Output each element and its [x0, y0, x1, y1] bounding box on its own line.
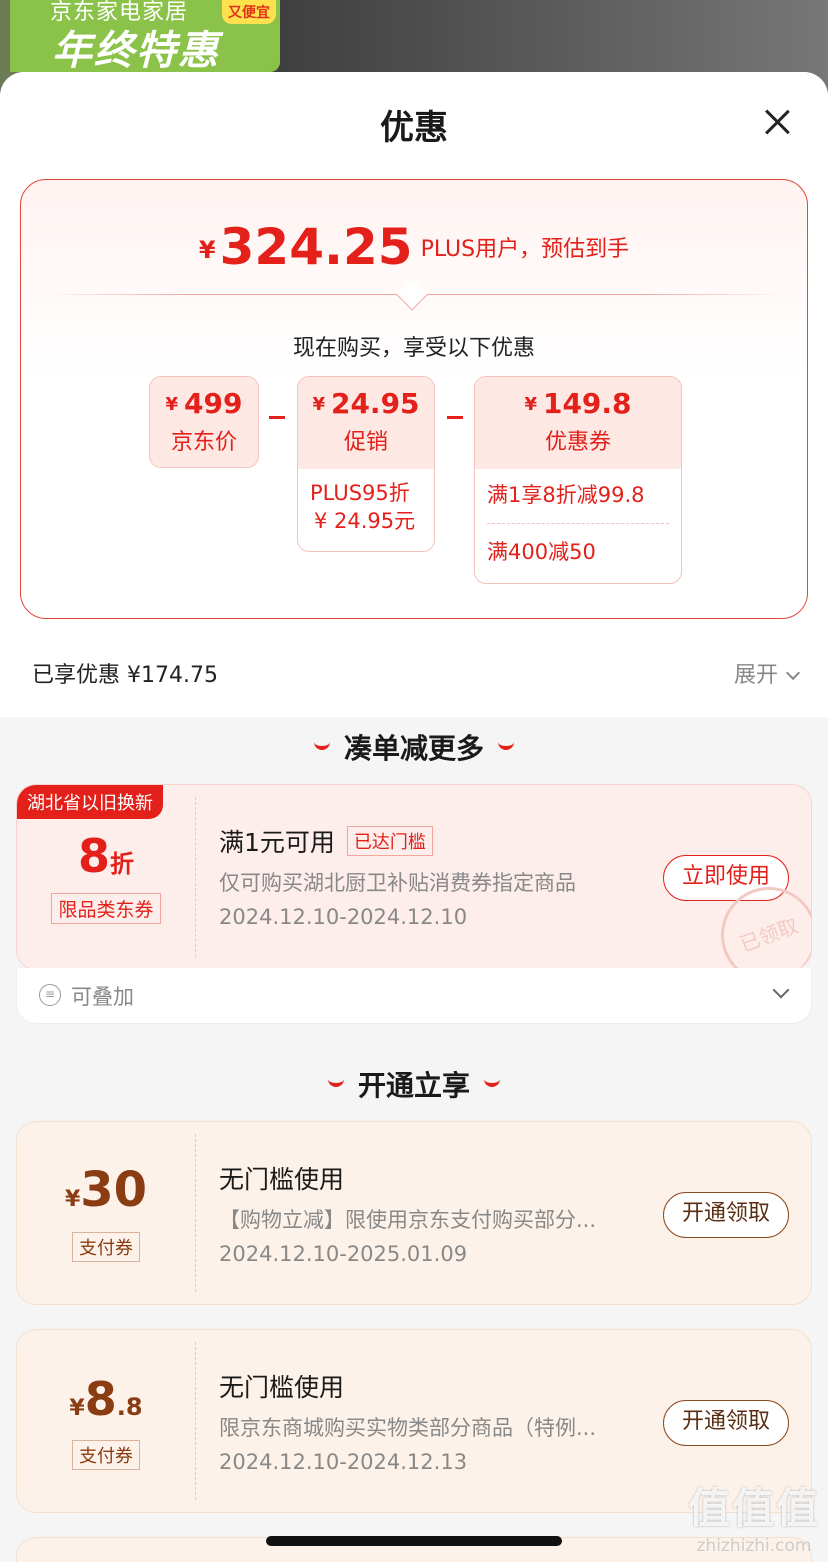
coupon-discount-value: 8: [77, 829, 110, 883]
coupon-card-trade-in: 湖北省以旧换新 8折 限品类东券 满1元可用 已达门槛 仅可购买湖北厨卫补贴消费券…: [16, 784, 812, 970]
smile-icon: [498, 742, 514, 750]
coupon-card-pay-30: ¥30 支付券 无门槛使用 【购物立减】限使用京东支付购买部分... 2024.…: [16, 1121, 812, 1305]
coupon-type-tag: 支付券: [72, 1440, 140, 1470]
banner-headline: 年终特惠: [52, 28, 220, 72]
coupon-type-tag: 支付券: [72, 1232, 140, 1262]
sheet-header: 优惠: [0, 72, 828, 172]
jd-price-box: ¥499 京东价: [149, 376, 259, 468]
section-title-more-discount: 凑单减更多: [0, 727, 828, 767]
coupon-description: 限京东商城购买实物类部分商品（特例...: [219, 1416, 597, 1440]
banner-logo: 京东家电家居 年终特惠 又便宜: [10, 0, 280, 72]
watermark-url: zhizhizhi.com: [696, 1536, 812, 1556]
promotion-box: ¥24.95 促销 PLUS95折 ¥ 24.95元: [297, 376, 435, 552]
minus-sign: [269, 416, 285, 419]
price-description: PLUS用户，预估到手: [420, 237, 630, 262]
coupon-currency: ¥: [64, 1187, 81, 1212]
coupon-value: 149.8: [542, 387, 632, 420]
promotion-detail: PLUS95折: [310, 481, 410, 505]
home-indicator[interactable]: [266, 1536, 562, 1546]
close-icon[interactable]: [764, 108, 790, 134]
coupon-currency: ¥: [69, 1396, 85, 1421]
banner-badge: 又便宜: [222, 0, 276, 24]
stackable-label: 可叠加: [71, 985, 134, 1009]
expand-button[interactable]: 展开: [733, 657, 801, 689]
promotion-label: 促销: [343, 430, 388, 455]
coupon-date: 2024.12.10-2025.01.09: [219, 1242, 468, 1266]
coupon-detail-1: 满1享8折减99.8: [487, 483, 645, 507]
chevron-down-icon: [772, 981, 790, 999]
coupon-detail-2: 满400减50: [487, 540, 596, 564]
coupon-description: 仅可购买湖北厨卫补贴消费券指定商品: [219, 871, 576, 895]
minus-sign: [447, 416, 463, 419]
coupon-value: 30: [80, 1162, 148, 1218]
saved-amount: 已享优惠 ¥174.75: [32, 663, 218, 688]
coupon-title: 无门槛使用: [219, 1373, 345, 1402]
stack-icon: ≡: [39, 984, 61, 1006]
coupon-discount-unit: 折: [110, 850, 134, 878]
price-currency: ¥: [198, 236, 216, 264]
saved-row: 已享优惠 ¥174.75 展开: [0, 627, 828, 717]
coupon-label: 优惠券: [544, 430, 611, 455]
coupon-description: 【购物立减】限使用京东支付购买部分...: [219, 1208, 597, 1232]
buy-now-text: 现在购买，享受以下优惠: [292, 336, 535, 361]
jd-price-currency: ¥: [165, 394, 179, 415]
divider-notch: [396, 279, 428, 311]
estimated-price: ¥324.25 PLUS用户，预估到手: [21, 218, 807, 276]
coupon-value-decimal: .8: [116, 1393, 143, 1421]
section-title-membership: 开通立享: [0, 1064, 828, 1104]
smile-icon: [484, 1079, 500, 1087]
coupon-title: 满1元可用: [219, 828, 335, 857]
stackable-row[interactable]: ≡ 可叠加: [16, 968, 812, 1024]
activate-claim-button[interactable]: 开通领取: [663, 1192, 789, 1238]
coupon-value: 8: [84, 1372, 117, 1426]
coupon-box: ¥149.8 优惠券 满1享8折减99.8 满400减50: [474, 376, 682, 584]
price-value: 324.25: [219, 218, 413, 276]
coupon-title: 无门槛使用: [219, 1165, 345, 1194]
coupon-date: 2024.12.10-2024.12.13: [219, 1450, 468, 1474]
discount-sheet: 优惠 ¥324.25 PLUS用户，预估到手 现在购买，享受以下优惠 ¥499 京…: [0, 72, 828, 1562]
activate-claim-button[interactable]: 开通领取: [663, 1400, 789, 1446]
threshold-reached-badge: 已达门槛: [346, 826, 433, 856]
sheet-title: 优惠: [380, 108, 448, 148]
smile-icon: [313, 742, 330, 750]
expand-label: 展开: [733, 663, 778, 688]
watermark-logo: 值值值: [687, 1484, 820, 1533]
price-summary-card: ¥324.25 PLUS用户，预估到手 现在购买，享受以下优惠 ¥499 京东价 …: [20, 179, 808, 619]
jd-price-value: 499: [184, 387, 243, 420]
chevron-down-icon: [785, 665, 801, 681]
jd-price-label: 京东价: [170, 430, 237, 455]
coupon-date: 2024.12.10-2024.12.10: [219, 905, 468, 929]
promotion-amount: ¥ 24.95元: [314, 509, 416, 533]
coupon-currency: ¥: [524, 394, 537, 415]
promotion-currency: ¥: [312, 394, 325, 415]
promotion-value: 24.95: [330, 387, 420, 420]
site-watermark: 值值值 zhizhizhi.com: [688, 1475, 820, 1556]
smile-icon: [327, 1079, 344, 1087]
coupon-type-tag: 限品类东券: [51, 893, 161, 924]
